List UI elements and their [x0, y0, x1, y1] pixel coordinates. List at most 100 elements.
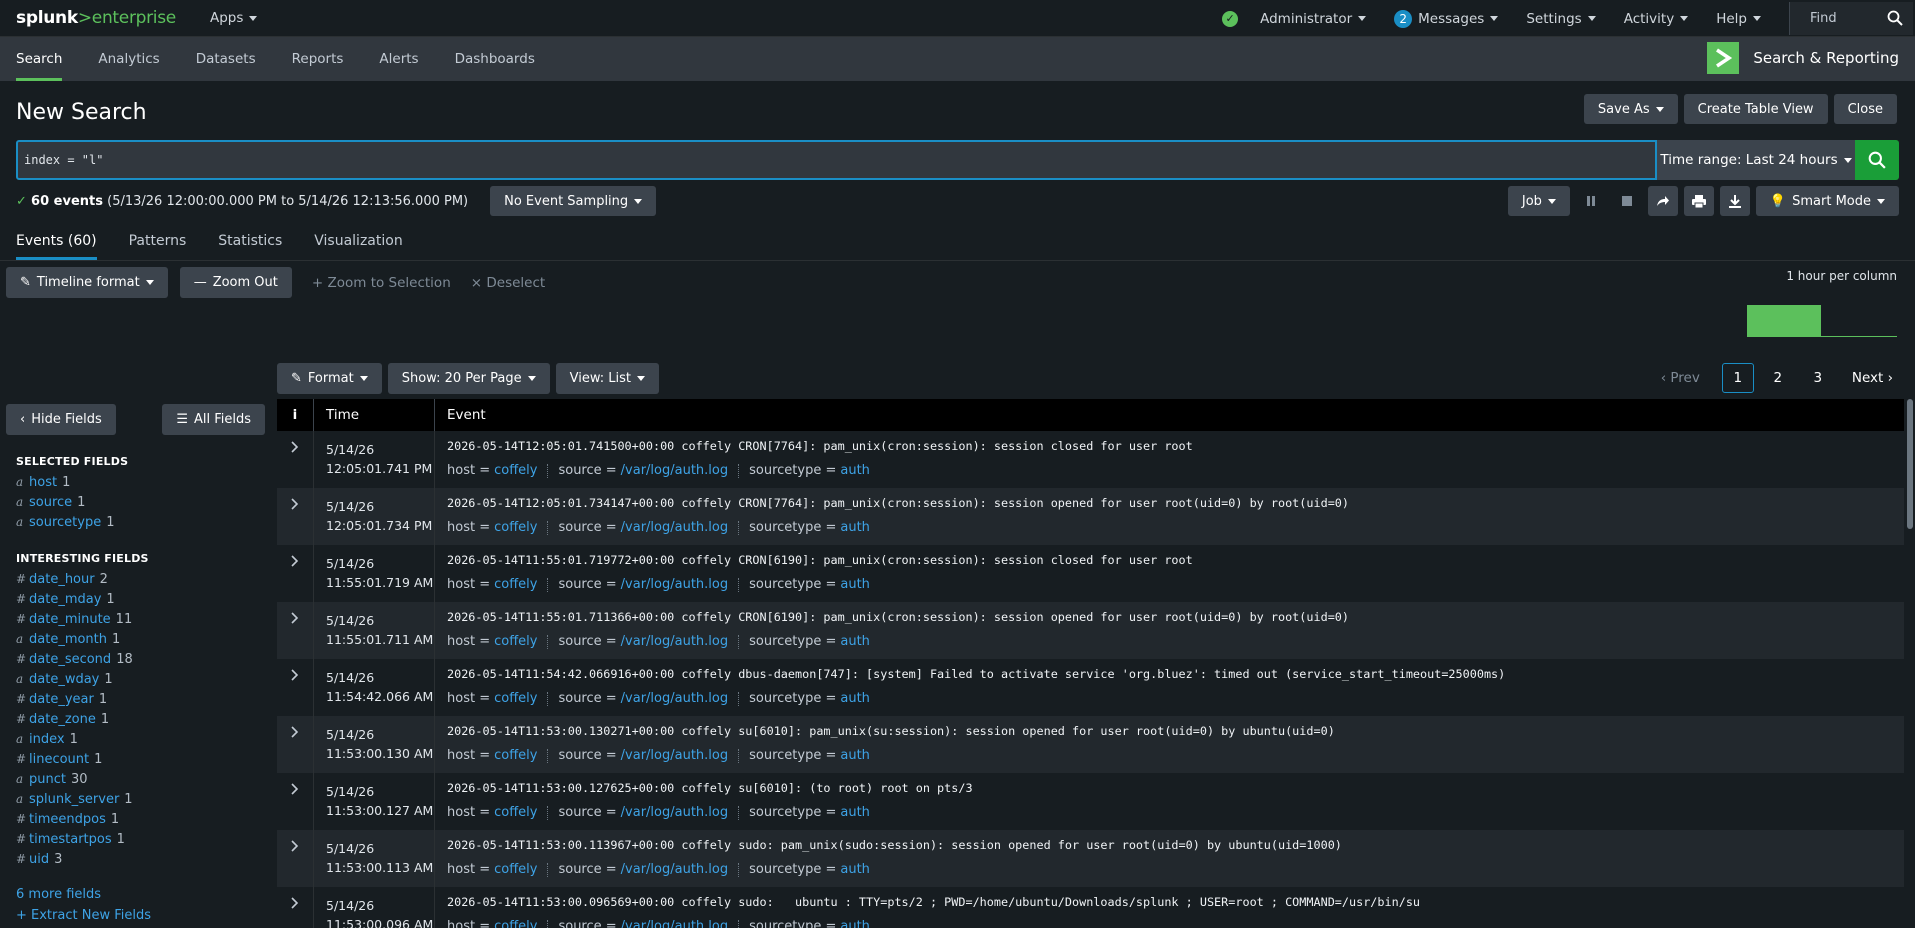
- more-fields-link[interactable]: 6 more fields: [16, 887, 277, 902]
- source-value[interactable]: /var/log/auth.log: [621, 691, 728, 706]
- deselect-button[interactable]: × Deselect: [471, 275, 545, 291]
- activity-menu[interactable]: Activity: [1624, 11, 1689, 27]
- expand-row-button[interactable]: [277, 716, 314, 773]
- event-raw-text[interactable]: 2026-05-14T11:53:00.096569+00:00 coffely…: [447, 895, 1420, 915]
- next-page-button[interactable]: Next ›: [1852, 370, 1893, 386]
- host-value[interactable]: coffely: [494, 463, 537, 478]
- source-value[interactable]: /var/log/auth.log: [621, 805, 728, 820]
- source-value[interactable]: /var/log/auth.log: [621, 634, 728, 649]
- scrollbar[interactable]: [1905, 399, 1915, 529]
- page-3-button[interactable]: 3: [1802, 363, 1834, 393]
- expand-row-button[interactable]: [277, 545, 314, 602]
- expand-row-button[interactable]: [277, 602, 314, 659]
- zoom-out-button[interactable]: — Zoom Out: [179, 267, 292, 298]
- event-time[interactable]: 5/14/26 12:05:01.741 PM: [314, 431, 435, 488]
- apps-menu[interactable]: Apps: [210, 10, 258, 26]
- event-time[interactable]: 5/14/26 11:55:01.711 AM: [314, 602, 435, 659]
- field-name[interactable]: date_mday: [29, 592, 101, 607]
- all-fields-button[interactable]: ☰ All Fields: [162, 404, 265, 435]
- expand-row-button[interactable]: [277, 488, 314, 545]
- app-title[interactable]: Search & Reporting: [1707, 42, 1899, 74]
- source-value[interactable]: /var/log/auth.log: [621, 862, 728, 877]
- field-item[interactable]: # date_mday 1: [16, 589, 277, 609]
- host-value[interactable]: coffely: [494, 805, 537, 820]
- sourcetype-value[interactable]: auth: [840, 862, 870, 877]
- event-sampling-dropdown[interactable]: No Event Sampling: [490, 186, 657, 216]
- field-name[interactable]: index: [29, 732, 65, 747]
- expand-row-button[interactable]: [277, 887, 314, 928]
- tab-alerts[interactable]: Alerts: [379, 37, 418, 81]
- sourcetype-value[interactable]: auth: [840, 463, 870, 478]
- sourcetype-value[interactable]: auth: [840, 520, 870, 535]
- event-time[interactable]: 5/14/26 11:53:00.113 AM: [314, 830, 435, 887]
- field-item[interactable]: a date_wday 1: [16, 669, 277, 689]
- search-icon[interactable]: [1887, 10, 1903, 26]
- field-item[interactable]: a sourcetype 1: [16, 512, 277, 532]
- scrollbar-thumb[interactable]: [1907, 399, 1913, 529]
- tab-statistics[interactable]: Statistics: [218, 222, 282, 260]
- source-value[interactable]: /var/log/auth.log: [621, 520, 728, 535]
- tab-patterns[interactable]: Patterns: [129, 222, 187, 260]
- extract-fields-link[interactable]: + Extract New Fields: [16, 908, 277, 923]
- field-item[interactable]: # uid 3: [16, 849, 277, 869]
- source-value[interactable]: /var/log/auth.log: [621, 577, 728, 592]
- field-name[interactable]: sourcetype: [29, 515, 101, 530]
- time-column-header[interactable]: Time: [314, 399, 435, 431]
- timeline-bucket[interactable]: [1747, 305, 1821, 337]
- field-name[interactable]: date_hour: [29, 572, 95, 587]
- source-value[interactable]: /var/log/auth.log: [621, 748, 728, 763]
- tab-events[interactable]: Events (60): [16, 222, 97, 260]
- tab-search[interactable]: Search: [16, 37, 63, 81]
- save-as-button[interactable]: Save As: [1583, 94, 1678, 124]
- expand-row-button[interactable]: [277, 431, 314, 488]
- close-button[interactable]: Close: [1833, 94, 1897, 124]
- field-item[interactable]: a punct 30: [16, 769, 277, 789]
- field-name[interactable]: uid: [29, 852, 49, 867]
- stop-icon[interactable]: [1612, 186, 1642, 216]
- event-time[interactable]: 5/14/26 11:55:01.719 AM: [314, 545, 435, 602]
- find-input[interactable]: Find: [1789, 2, 1913, 35]
- help-menu[interactable]: Help: [1716, 11, 1761, 27]
- event-raw-text[interactable]: 2026-05-14T11:55:01.711366+00:00 coffely…: [447, 610, 1349, 630]
- event-raw-text[interactable]: 2026-05-14T12:05:01.741500+00:00 coffely…: [447, 439, 1193, 459]
- page-1-button[interactable]: 1: [1721, 363, 1754, 393]
- field-name[interactable]: timestartpos: [29, 832, 112, 847]
- field-name[interactable]: date_second: [29, 652, 111, 667]
- expand-row-button[interactable]: [277, 659, 314, 716]
- field-name[interactable]: source: [29, 495, 72, 510]
- field-item[interactable]: a date_month 1: [16, 629, 277, 649]
- field-name[interactable]: splunk_server: [29, 792, 119, 807]
- timeline-format-dropdown[interactable]: ✎ Timeline format: [6, 267, 168, 298]
- sourcetype-value[interactable]: auth: [840, 748, 870, 763]
- host-value[interactable]: coffely: [494, 862, 537, 877]
- field-item[interactable]: # date_second 18: [16, 649, 277, 669]
- user-menu[interactable]: Administrator: [1260, 11, 1367, 27]
- host-value[interactable]: coffely: [494, 748, 537, 763]
- field-name[interactable]: timeendpos: [29, 812, 106, 827]
- time-range-picker[interactable]: Time range: Last 24 hours: [1657, 140, 1855, 180]
- source-value[interactable]: /var/log/auth.log: [621, 463, 728, 478]
- host-value[interactable]: coffely: [494, 577, 537, 592]
- splunk-logo[interactable]: splunk>enterprise: [16, 8, 176, 28]
- host-value[interactable]: coffely: [494, 691, 537, 706]
- sourcetype-value[interactable]: auth: [840, 805, 870, 820]
- hide-fields-button[interactable]: ‹ Hide Fields: [6, 404, 116, 435]
- field-name[interactable]: date_wday: [29, 672, 99, 687]
- field-item[interactable]: a splunk_server 1: [16, 789, 277, 809]
- job-menu[interactable]: Job: [1507, 186, 1570, 216]
- settings-menu[interactable]: Settings: [1526, 11, 1596, 27]
- view-dropdown[interactable]: View: List: [555, 363, 659, 394]
- event-time[interactable]: 5/14/26 11:54:42.066 AM: [314, 659, 435, 716]
- tab-analytics[interactable]: Analytics: [98, 37, 159, 81]
- tab-reports[interactable]: Reports: [292, 37, 344, 81]
- create-table-view-button[interactable]: Create Table View: [1683, 94, 1828, 124]
- sourcetype-value[interactable]: auth: [840, 691, 870, 706]
- host-value[interactable]: coffely: [494, 919, 537, 928]
- print-icon[interactable]: [1683, 186, 1714, 216]
- field-name[interactable]: date_zone: [29, 712, 96, 727]
- field-name[interactable]: date_minute: [29, 612, 111, 627]
- field-name[interactable]: host: [29, 475, 57, 490]
- event-time[interactable]: 5/14/26 11:53:00.096 AM: [314, 887, 435, 928]
- event-time[interactable]: 5/14/26 12:05:01.734 PM: [314, 488, 435, 545]
- event-raw-text[interactable]: 2026-05-14T11:53:00.113967+00:00 coffely…: [447, 838, 1342, 858]
